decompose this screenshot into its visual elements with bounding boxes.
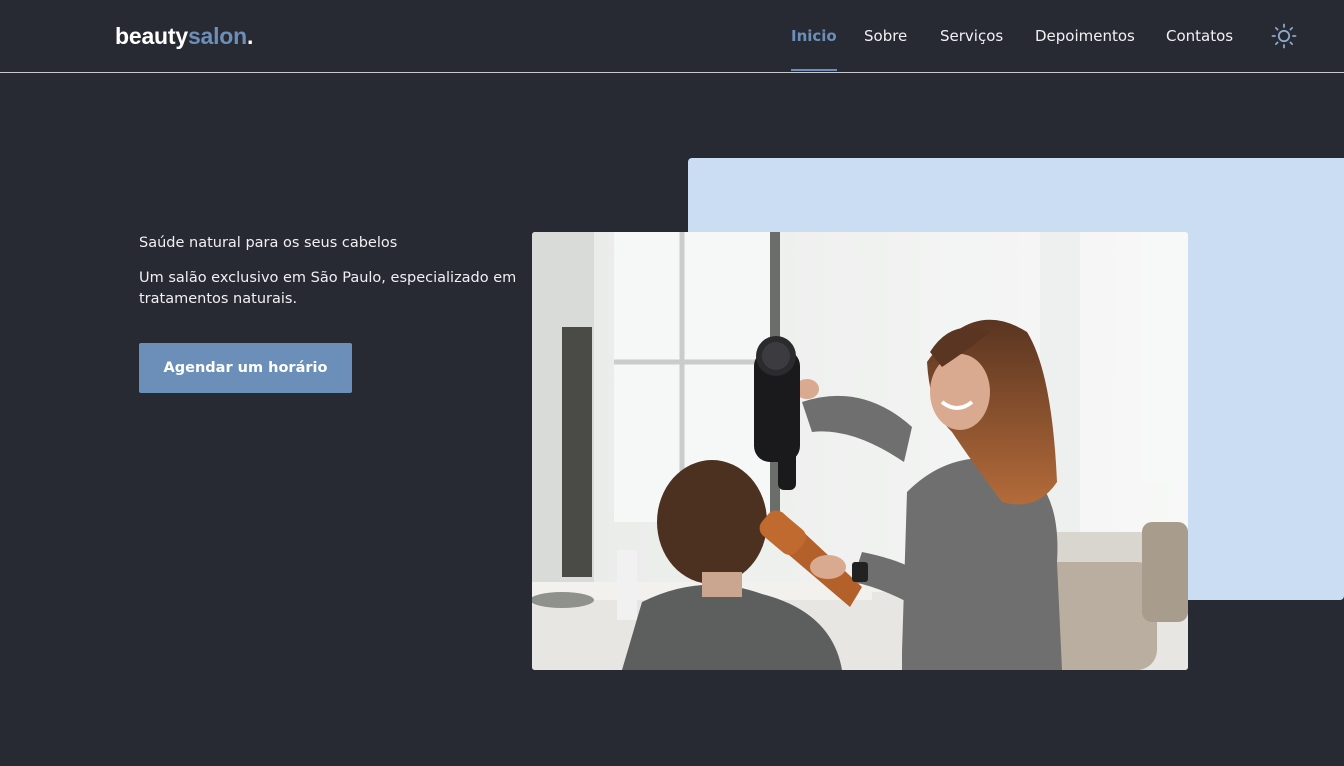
theme-toggle-button[interactable]: [1270, 22, 1298, 50]
nav-link-sobre[interactable]: Sobre: [864, 0, 907, 72]
schedule-button[interactable]: Agendar um horário: [139, 343, 352, 393]
brand-name-part1: beauty: [115, 23, 188, 49]
nav-link-inicio[interactable]: Inicio: [791, 0, 837, 72]
brand-name-dot: .: [247, 23, 254, 49]
hero-subtitle: Saúde natural para os seus cabelos: [139, 235, 398, 251]
nav-link-depoimentos[interactable]: Depoimentos: [1035, 0, 1135, 72]
sun-icon: [1271, 23, 1297, 49]
brand-logo[interactable]: beautysalon.: [115, 22, 253, 50]
site-header: beautysalon. Inicio Sobre Serviços Depoi…: [0, 0, 1344, 73]
hero-description: Um salão exclusivo em São Paulo, especia…: [139, 270, 517, 307]
nav-link-contatos[interactable]: Contatos: [1166, 0, 1233, 72]
hero-text: Saúde natural para os seus cabelos Um sa…: [139, 232, 529, 310]
nav-link-servicos[interactable]: Serviços: [940, 0, 1003, 72]
brand-name-part2: salon: [187, 23, 248, 49]
salon-photo: [532, 232, 1188, 670]
